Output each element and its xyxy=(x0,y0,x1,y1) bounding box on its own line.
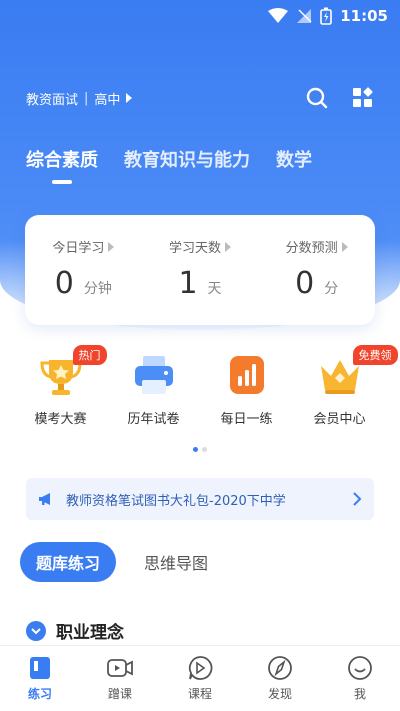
tile-label: 模考大赛 xyxy=(34,412,87,427)
stats-card: 今日学习 0 分钟 学习天数 1 天 分数预测 0 分 xyxy=(25,215,375,325)
book-icon xyxy=(30,657,50,679)
stat-value: 1 xyxy=(178,266,198,301)
top-bar: 教资面试 | 高中 xyxy=(26,84,374,112)
tab-question-bank[interactable]: 题库练习 xyxy=(20,542,117,582)
active-tab-indicator xyxy=(52,180,72,184)
tile-past-papers[interactable]: 历年试卷 xyxy=(114,350,194,427)
stat-label: 学习天数 xyxy=(169,237,232,256)
tab-mind-map[interactable]: 思维导图 xyxy=(144,550,208,574)
caret-right-icon xyxy=(225,241,232,252)
stat-label: 今日学习 xyxy=(52,237,115,256)
exam-level: 高中 xyxy=(94,92,121,108)
caret-right-icon xyxy=(341,241,348,252)
pager-dot-active xyxy=(193,447,198,452)
signal-icon xyxy=(297,9,312,23)
stat-score-prediction[interactable]: 分数预测 0 分 xyxy=(258,215,375,325)
stat-unit: 分钟 xyxy=(83,281,112,297)
chevron-right-icon xyxy=(353,492,362,506)
stat-value-row: 1 天 xyxy=(178,266,221,301)
stat-study-days[interactable]: 学习天数 1 天 xyxy=(142,215,259,325)
subject-tabs: 综合素质 教育知识与能力 数学 xyxy=(26,146,312,184)
hot-badge: 热门 xyxy=(72,345,107,365)
tab-label: 综合素质 xyxy=(26,150,98,171)
status-time: 11:05 xyxy=(340,7,388,25)
nav-practice[interactable]: 练习 xyxy=(10,655,70,702)
status-bar: 11:05 xyxy=(0,0,400,32)
nav-discover[interactable]: 发现 xyxy=(250,655,310,702)
bottom-nav: 练习 蹭课 课程 发现 我 xyxy=(0,645,400,711)
tab-subject-1[interactable]: 教育知识与能力 xyxy=(124,146,250,172)
app-screen: 11:05 教资面试 | 高中 综合素质 教育知识与能力 数学 今日学习 0 分… xyxy=(0,0,400,711)
nav-courses[interactable]: 课程 xyxy=(170,655,230,702)
tile-label: 会员中心 xyxy=(313,412,366,427)
notice-banner[interactable]: 教师资格笔试图书大礼包-2020下中学 xyxy=(26,478,374,520)
nav-label: 练习 xyxy=(27,687,52,701)
stat-today-study[interactable]: 今日学习 0 分钟 xyxy=(25,215,142,325)
status-icons: 11:05 xyxy=(268,7,388,25)
nav-me[interactable]: 我 xyxy=(330,655,390,702)
battery-icon xyxy=(320,7,333,25)
separator: | xyxy=(84,90,89,106)
bar-chart-icon xyxy=(222,350,272,400)
chevron-down-icon xyxy=(26,620,46,641)
tile-mock-exam[interactable]: 模考大赛 热门 xyxy=(21,345,107,427)
caret-right-icon xyxy=(108,241,115,252)
exam-type: 教资面试 xyxy=(26,92,79,108)
pager-dot xyxy=(202,447,207,452)
search-icon[interactable] xyxy=(306,87,328,109)
nav-audit[interactable]: 蹭课 xyxy=(90,655,150,702)
nav-label: 蹭课 xyxy=(107,687,132,701)
tile-label: 历年试卷 xyxy=(127,412,180,427)
stat-value-row: 0 分 xyxy=(295,266,338,301)
play-bubble-icon xyxy=(188,656,213,680)
tile-daily-practice[interactable]: 每日一练 xyxy=(207,350,287,427)
stat-value: 0 xyxy=(295,266,315,301)
megaphone-icon xyxy=(39,493,50,505)
section-header[interactable]: 职业理念 xyxy=(26,618,124,643)
caret-right-icon xyxy=(126,93,133,103)
stat-unit: 天 xyxy=(207,281,222,297)
stat-unit: 分 xyxy=(324,281,339,297)
stat-label: 分数预测 xyxy=(286,237,348,256)
tab-subject-0[interactable]: 综合素质 xyxy=(26,146,98,184)
carousel-pager xyxy=(193,447,207,452)
tab-label: 教育知识与能力 xyxy=(124,150,250,171)
tab-subject-2[interactable]: 数学 xyxy=(276,146,312,172)
printer-icon xyxy=(129,350,179,400)
video-icon xyxy=(107,659,133,677)
free-badge: 免费领 xyxy=(352,345,398,365)
quick-actions: 模考大赛 热门 历年试卷 每日一练 会员中心 免费领 xyxy=(0,345,400,427)
tab-label: 数学 xyxy=(276,150,312,171)
wifi-icon xyxy=(268,8,289,23)
top-actions xyxy=(306,87,374,109)
tile-label: 每日一练 xyxy=(220,412,273,427)
nav-label: 发现 xyxy=(267,687,292,701)
exam-selector[interactable]: 教资面试 | 高中 xyxy=(26,89,133,108)
practice-tabs: 题库练习 思维导图 xyxy=(20,542,208,582)
nav-label: 我 xyxy=(353,687,366,701)
stat-value: 0 xyxy=(54,266,74,301)
stat-value-row: 0 分钟 xyxy=(55,266,112,301)
notice-text: 教师资格笔试图书大礼包-2020下中学 xyxy=(66,493,286,509)
tile-vip-center[interactable]: 会员中心 免费领 xyxy=(300,345,398,427)
apps-grid-icon[interactable] xyxy=(352,87,374,109)
smile-icon xyxy=(348,656,372,680)
nav-label: 课程 xyxy=(187,687,212,701)
section-title: 职业理念 xyxy=(56,623,124,643)
compass-icon xyxy=(268,656,292,680)
